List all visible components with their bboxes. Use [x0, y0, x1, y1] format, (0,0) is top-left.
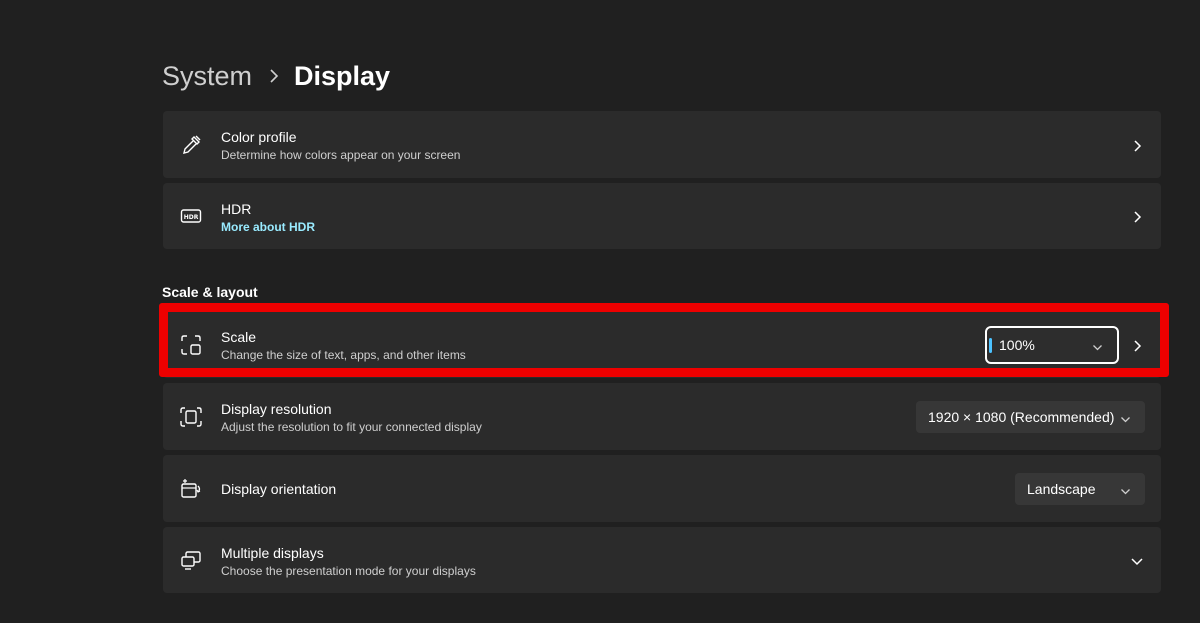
svg-text:HDR: HDR	[184, 214, 199, 221]
color-profile-subtitle: Determine how colors appear on your scre…	[221, 148, 461, 162]
chevron-down-icon[interactable]	[1131, 554, 1143, 566]
display-orientation-title: Display orientation	[221, 481, 337, 497]
color-picker-icon	[180, 134, 202, 156]
chevron-down-icon	[1120, 412, 1131, 428]
scale-subtitle: Change the size of text, apps, and other…	[221, 348, 466, 362]
color-profile-card[interactable]: Color profile Determine how colors appea…	[163, 111, 1161, 178]
scale-dropdown[interactable]: 100%	[985, 326, 1119, 364]
chevron-right-icon	[1131, 139, 1143, 152]
display-settings-page: System Display Color profile Determine h…	[0, 0, 1200, 623]
multiple-displays-title: Multiple displays	[221, 545, 324, 561]
orientation-value: Landscape	[1027, 481, 1096, 497]
more-about-hdr-link[interactable]: More about HDR	[221, 220, 315, 234]
chevron-right-icon	[1131, 210, 1143, 223]
display-resolution-card: Display resolution Adjust the resolution…	[163, 383, 1161, 450]
multiple-displays-subtitle: Choose the presentation mode for your di…	[221, 564, 476, 578]
page-title: Display	[294, 61, 391, 91]
display-resolution-subtitle: Adjust the resolution to fit your connec…	[221, 420, 482, 434]
display-resolution-title: Display resolution	[221, 401, 332, 417]
resolution-icon	[180, 406, 202, 428]
chevron-down-icon	[1120, 484, 1131, 500]
scale-title: Scale	[221, 329, 257, 345]
hdr-card[interactable]: HDR HDR More about HDR	[163, 183, 1161, 249]
breadcrumb: System Display	[162, 56, 390, 96]
display-orientation-card: Display orientation Landscape	[163, 455, 1161, 522]
chevron-right-icon	[268, 56, 280, 96]
chevron-down-icon	[1092, 340, 1103, 356]
orientation-icon	[180, 478, 202, 500]
hdr-icon: HDR	[180, 205, 202, 227]
resolution-value: 1920 × 1080 (Recommended)	[928, 409, 1115, 425]
color-profile-title: Color profile	[221, 129, 297, 145]
section-header-scale-layout: Scale & layout	[162, 284, 258, 300]
chevron-right-icon[interactable]	[1131, 339, 1143, 352]
scale-icon	[180, 334, 202, 356]
focus-accent-bar	[989, 338, 992, 353]
multiple-displays-card[interactable]: Multiple displays Choose the presentatio…	[163, 527, 1161, 593]
resolution-dropdown[interactable]: 1920 × 1080 (Recommended)	[916, 401, 1145, 433]
orientation-dropdown[interactable]: Landscape	[1015, 473, 1145, 505]
multiple-displays-icon	[180, 549, 202, 571]
breadcrumb-system-link[interactable]: System	[162, 56, 252, 96]
scale-card[interactable]: Scale Change the size of text, apps, and…	[163, 311, 1161, 378]
hdr-title: HDR	[221, 201, 252, 217]
scale-value: 100%	[999, 337, 1035, 353]
